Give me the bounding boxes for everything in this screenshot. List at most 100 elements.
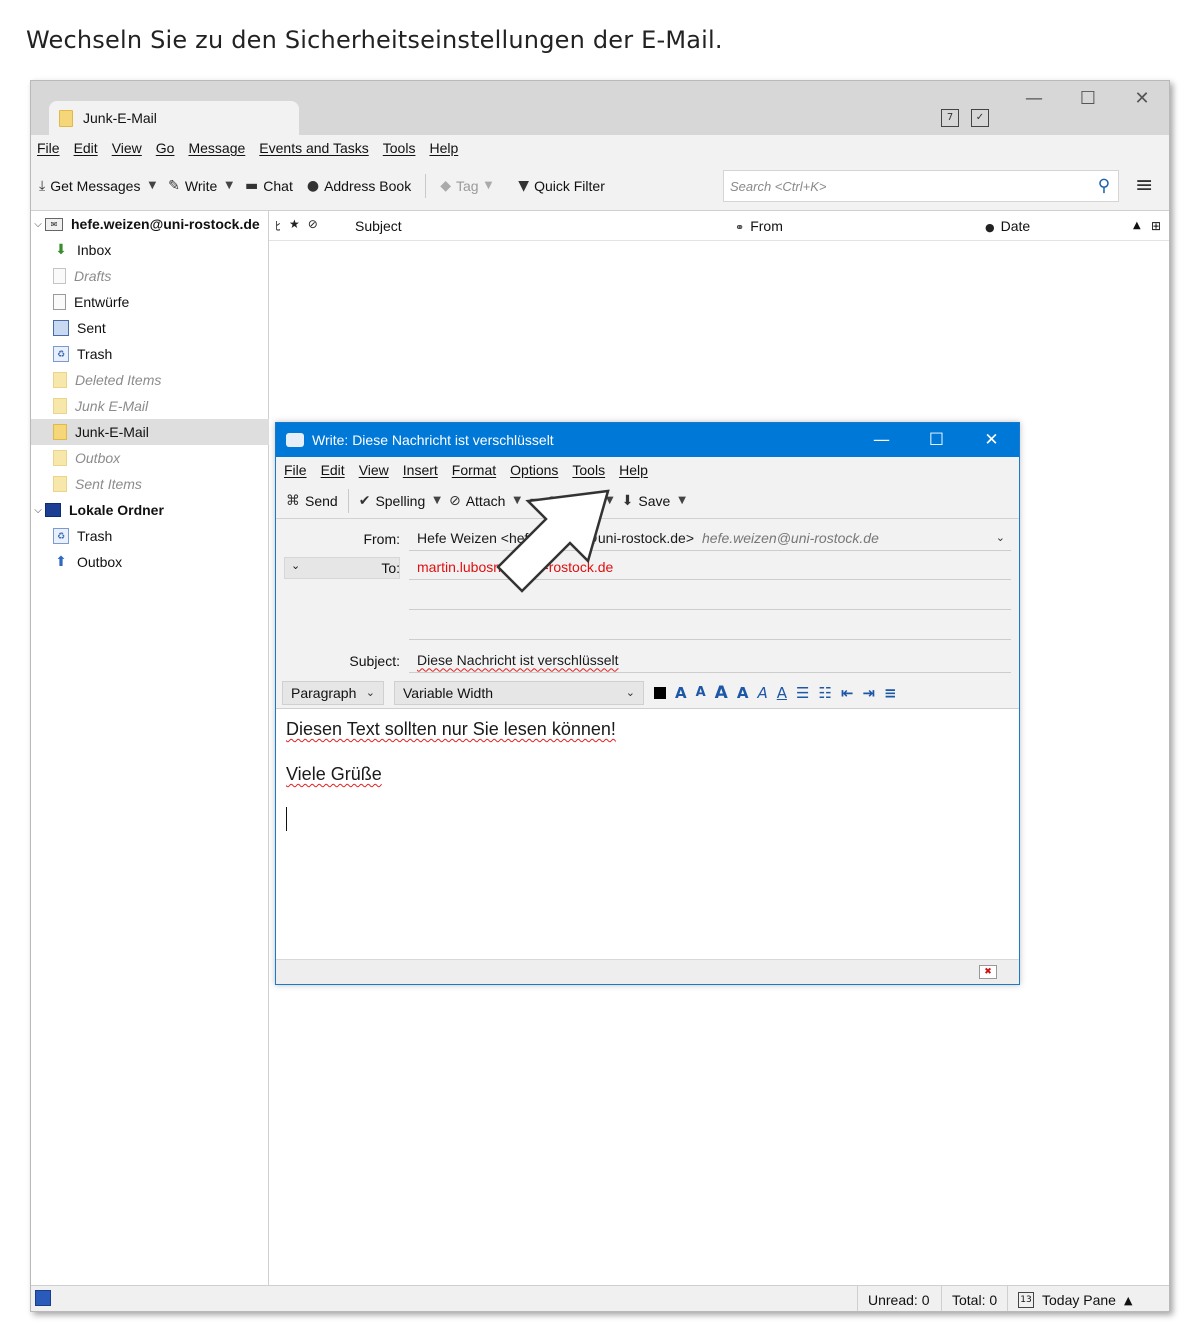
chevron-down-icon[interactable]: ⌵ [31,505,45,516]
folder-row-inbox[interactable]: ⬇ Inbox [31,237,269,263]
column-date[interactable]: ● Date [985,218,1030,234]
send-icon: ⌘ [286,492,300,509]
get-messages-dropdown[interactable]: ▼ [148,180,156,191]
spelling-button[interactable]: ✔ Spelling [359,493,426,509]
write-dropdown[interactable]: ▼ [225,180,233,191]
save-dropdown[interactable]: ▼ [678,495,686,506]
menu-message[interactable]: Message [188,140,245,156]
compose-menu-edit[interactable]: Edit [321,462,345,478]
sort-ascending-icon[interactable]: ▲ [1133,220,1141,231]
tag-button[interactable]: ◆ Tag ▼ [440,178,504,194]
align-icon[interactable]: ≡ [884,684,897,702]
bold-icon[interactable]: A [737,684,749,702]
document-icon [53,294,66,310]
folder-row-junk-email[interactable]: Junk E-Mail [31,393,269,419]
encryption-status-icon[interactable]: ✖ [979,965,997,979]
menu-go[interactable]: Go [156,140,175,156]
folder-row-lokale-ordner[interactable]: ⌵ Lokale Ordner [31,497,269,523]
compose-minimize-button[interactable]: — [854,423,909,457]
main-toolbar: ⤓ Get Messages ▼ ✎ Write ▼ ▬ Chat ● Address … [31,161,1169,211]
thread-icon[interactable]: ﾋ [275,217,281,234]
outdent-icon[interactable]: ⇤ [841,684,854,702]
attachment-icon[interactable]: ⊘ [308,217,318,234]
tasks-icon[interactable]: ✓ [971,109,989,127]
menu-events-and-tasks[interactable]: Events and Tasks [259,140,368,156]
indent-icon[interactable]: ⇥ [862,684,875,702]
quick-filter-button[interactable]: ▼ Quick Filter [518,178,605,194]
today-pane-toggle[interactable]: 13 Today Pane ▲ [1007,1286,1147,1311]
from-field[interactable]: Hefe Weizen <hefe.weizen@uni-rostock.de>… [409,525,1011,551]
close-button[interactable]: ✕ [1115,85,1169,115]
compose-maximize-button[interactable]: ☐ [909,423,964,457]
font-size-icon[interactable]: A [675,684,687,702]
chevron-down-icon[interactable]: ⌵ [31,219,45,230]
online-status-icon[interactable] [35,1290,51,1306]
folder-row-trash[interactable]: ♻ Trash [31,341,269,367]
message-body[interactable]: Diesen Text sollten nur Sie lesen können… [276,709,1019,959]
compose-menu-help[interactable]: Help [619,462,648,478]
search-box[interactable]: Search <Ctrl+K> ⚲ [723,170,1119,202]
status-bar: Unread: 0 Total: 0 13 Today Pane ▲ [31,1285,1169,1311]
calendar-icon[interactable]: 7 [941,109,959,127]
menu-view[interactable]: View [112,140,142,156]
menu-tools[interactable]: Tools [383,140,416,156]
write-button[interactable]: ✎ Write [168,178,217,194]
compose-menu-insert[interactable]: Insert [403,462,438,478]
folder-row-sent[interactable]: Sent [31,315,269,341]
folder-row-junk-e-mail[interactable]: Junk-E-Mail [31,419,269,445]
underline-icon[interactable]: A [777,684,787,702]
folder-row-entwuerfe[interactable]: Entwürfe [31,289,269,315]
folder-label: hefe.weizen@uni-rostock.de [71,216,260,232]
folder-row-account[interactable]: ⌵ ✉ hefe.weizen@uni-rostock.de [31,211,269,237]
send-button[interactable]: ⌘ Send [286,493,338,509]
column-from[interactable]: ⚭ From [735,218,783,234]
folder-row-drafts[interactable]: Drafts [31,263,269,289]
menu-file[interactable]: File [37,140,60,156]
paragraph-format-select[interactable]: Paragraph ⌄ [282,680,384,705]
folder-row-outbox-dim[interactable]: Outbox [31,445,269,471]
attach-dropdown[interactable]: ▼ [513,495,521,506]
search-input[interactable]: Search <Ctrl+K> [730,179,1090,194]
security-button[interactable]: ▬ Security [529,493,598,509]
font-select[interactable]: Variable Width ⌄ [394,680,644,705]
compose-menu-file[interactable]: File [284,462,307,478]
chevron-down-icon[interactable]: ⌄ [996,531,1005,544]
app-menu-icon[interactable]: ≡ [1135,173,1153,198]
maximize-button[interactable]: ☐ [1061,85,1115,115]
folder-row-deleted-items[interactable]: Deleted Items [31,367,269,393]
security-dropdown[interactable]: ▼ [606,495,614,506]
menu-help[interactable]: Help [429,140,458,156]
column-picker-icon[interactable]: ⊞ [1151,219,1161,233]
column-icons: ﾋ ★ ⊘ [269,217,355,234]
star-icon[interactable]: ★ [289,217,300,234]
folder-row-local-trash[interactable]: ♻ Trash [31,523,269,549]
column-subject[interactable]: Subject [355,218,402,234]
compose-menu-view[interactable]: View [359,462,389,478]
get-messages-button[interactable]: ⤓ Get Messages [39,178,140,194]
italic-icon[interactable]: A [757,684,767,702]
menu-edit[interactable]: Edit [74,140,98,156]
tab-junk-e-mail[interactable]: Junk-E-Mail [49,101,299,135]
chat-button[interactable]: ▬ Chat [245,178,293,194]
folder-row-local-outbox[interactable]: ⬆ Outbox [31,549,269,575]
compose-menu-format[interactable]: Format [452,462,496,478]
spelling-dropdown[interactable]: ▼ [433,495,441,506]
text-color-icon[interactable] [654,686,666,699]
larger-text-icon[interactable]: A [715,683,728,703]
bullet-list-icon[interactable]: ☰ [796,684,809,702]
compose-menu-tools[interactable]: Tools [572,462,605,478]
compose-close-button[interactable]: ✕ [964,423,1019,457]
recipient-field-empty-2[interactable] [409,614,1011,640]
search-icon[interactable]: ⚲ [1090,176,1118,196]
compose-menu-options[interactable]: Options [510,462,558,478]
subject-field[interactable]: Diese Nachricht ist verschlüsselt [409,647,1011,673]
address-book-button[interactable]: ● Address Book [307,178,411,194]
to-field[interactable]: martin.lubosnik@uni-rostock.de [409,554,1011,580]
recipient-field-empty-1[interactable] [409,584,1011,610]
folder-row-sent-items[interactable]: Sent Items [31,471,269,497]
numbered-list-icon[interactable]: ☷ [818,684,831,702]
save-button[interactable]: ⬇ Save [622,493,671,509]
smaller-text-icon[interactable]: A [696,685,706,700]
attach-button[interactable]: ⊘ Attach [449,493,505,509]
minimize-button[interactable]: — [1007,85,1061,115]
